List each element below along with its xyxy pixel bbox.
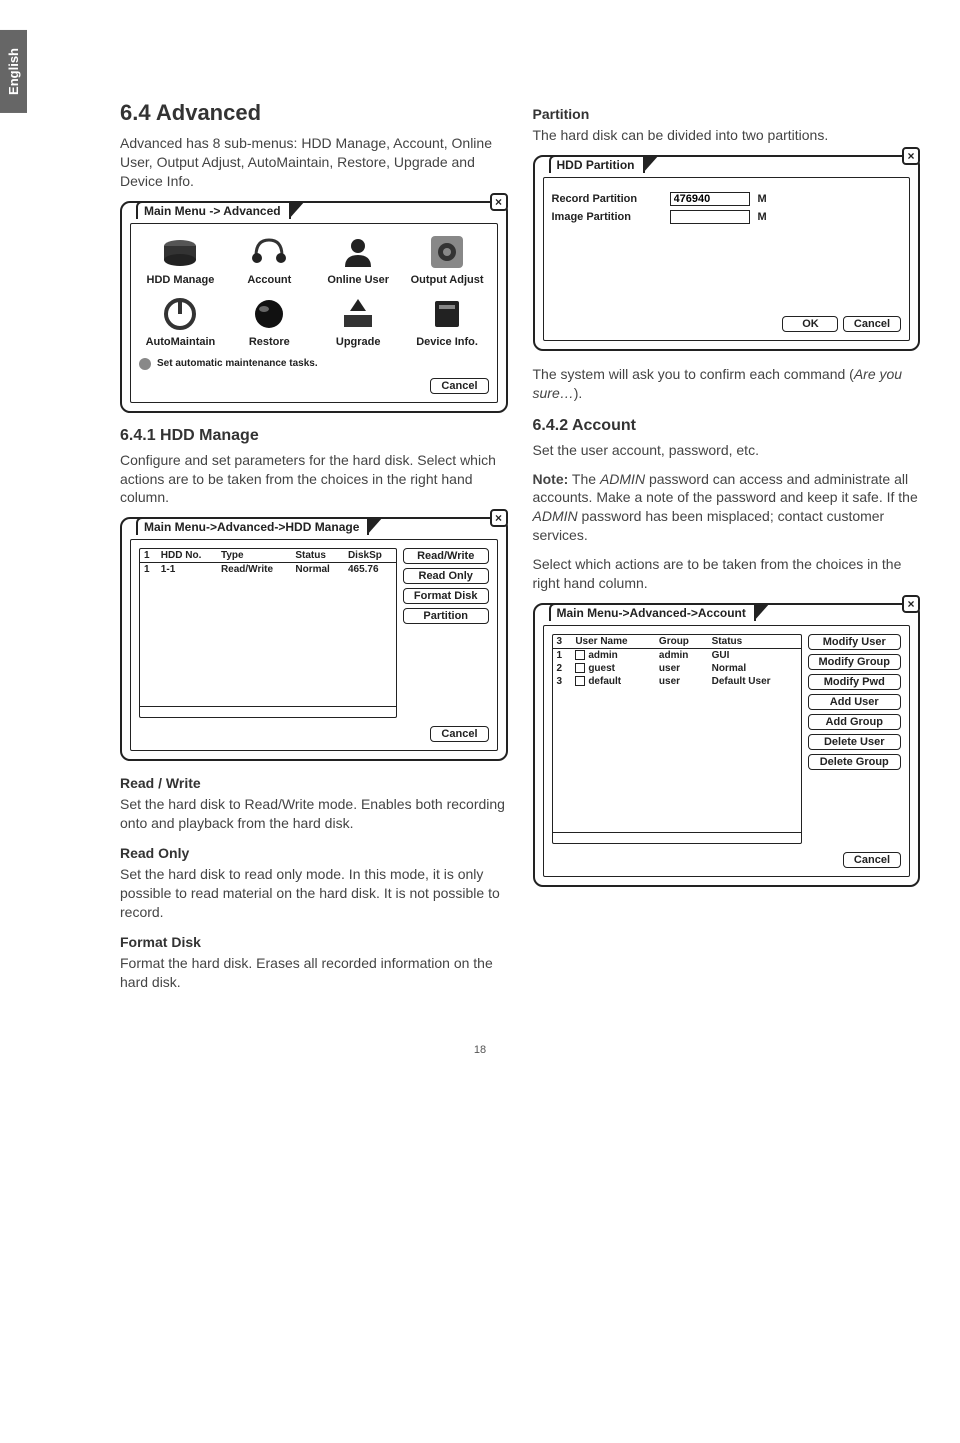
read-only-heading: Read Only: [120, 845, 508, 861]
confirm-text: The system will ask you to confirm each …: [533, 365, 921, 403]
menu-automaintain[interactable]: AutoMaintain: [139, 296, 222, 348]
cancel-button[interactable]: Cancel: [430, 726, 488, 742]
add-user-button[interactable]: Add User: [808, 694, 902, 710]
ok-button[interactable]: OK: [782, 316, 838, 332]
menu-label: Restore: [249, 336, 290, 348]
heading-hdd-manage: 6.4.1 HDD Manage: [120, 427, 508, 445]
modify-user-button[interactable]: Modify User: [808, 634, 902, 650]
menu-label: AutoMaintain: [146, 336, 216, 348]
account-table-panel[interactable]: 3 User Name Group Status 1 admin admin G…: [552, 634, 802, 844]
menu-account[interactable]: Account: [228, 234, 311, 286]
checkbox-icon[interactable]: [575, 650, 585, 660]
modify-group-button[interactable]: Modify Group: [808, 654, 902, 670]
checkbox-icon[interactable]: [575, 676, 585, 686]
unit-m: M: [758, 211, 767, 223]
user-icon: [337, 234, 379, 270]
menu-device-info[interactable]: Device Info.: [406, 296, 489, 348]
table-row[interactable]: 1 admin admin GUI: [553, 648, 801, 662]
modify-pwd-button[interactable]: Modify Pwd: [808, 674, 902, 690]
menu-label: Upgrade: [336, 336, 381, 348]
menu-upgrade[interactable]: Upgrade: [317, 296, 400, 348]
menu-label: Output Adjust: [411, 274, 484, 286]
read-only-text: Set the hard disk to read only mode. In …: [120, 865, 508, 922]
account-dialog: Main Menu->Advanced->Account × 3 User Na…: [533, 603, 921, 887]
menu-restore[interactable]: Restore: [228, 296, 311, 348]
close-icon[interactable]: ×: [490, 509, 508, 527]
format-disk-heading: Format Disk: [120, 934, 508, 950]
table-row[interactable]: 3 default user Default User: [553, 675, 801, 688]
language-tab: English: [0, 30, 27, 113]
dialog-title: Main Menu->Advanced->Account: [549, 603, 756, 621]
delete-user-button[interactable]: Delete User: [808, 734, 902, 750]
account-text2: Select which actions are to be taken fro…: [533, 555, 921, 593]
record-partition-label: Record Partition: [552, 193, 662, 205]
right-column: Partition The hard disk can be divided i…: [533, 100, 921, 1002]
advanced-intro: Advanced has 8 sub-menus: HDD Manage, Ac…: [120, 134, 508, 191]
sphere-icon: [248, 296, 290, 332]
status-text: Set automatic maintenance tasks.: [157, 358, 318, 369]
menu-label: Online User: [327, 274, 389, 286]
partition-button[interactable]: Partition: [403, 608, 489, 624]
advanced-dialog: Main Menu -> Advanced × HDD Manage Acco: [120, 201, 508, 413]
record-partition-input[interactable]: [670, 192, 750, 206]
menu-output-adjust[interactable]: Output Adjust: [406, 234, 489, 286]
account-note: Note: The ADMIN password can access and …: [533, 470, 921, 546]
cancel-button[interactable]: Cancel: [843, 852, 901, 868]
cancel-button[interactable]: Cancel: [843, 316, 901, 332]
hdd-table-panel[interactable]: 1 HDD No. Type Status DiskSp 1 1-1 Read/…: [139, 548, 397, 718]
menu-hdd-manage[interactable]: HDD Manage: [139, 234, 222, 286]
dialog-title: HDD Partition: [549, 155, 645, 173]
menu-label: Account: [247, 274, 291, 286]
checkbox-icon[interactable]: [575, 663, 585, 673]
dialog-title: Main Menu->Advanced->HDD Manage: [136, 517, 369, 535]
delete-group-button[interactable]: Delete Group: [808, 754, 902, 770]
dialog-title: Main Menu -> Advanced: [136, 201, 291, 219]
image-partition-input[interactable]: [670, 210, 750, 224]
read-write-heading: Read / Write: [120, 775, 508, 791]
menu-online-user[interactable]: Online User: [317, 234, 400, 286]
partition-heading: Partition: [533, 106, 921, 122]
menu-label: Device Info.: [416, 336, 478, 348]
table-row[interactable]: 2 guest user Normal: [553, 662, 801, 675]
table-header-row: 3 User Name Group Status: [553, 635, 801, 649]
partition-text: The hard disk can be divided into two pa…: [533, 126, 921, 145]
image-partition-label: Image Partition: [552, 211, 662, 223]
menu-label: HDD Manage: [147, 274, 215, 286]
table-header-row: 1 HDD No. Type Status DiskSp: [140, 549, 396, 563]
device-icon: [426, 296, 468, 332]
left-column: 6.4 Advanced Advanced has 8 sub-menus: H…: [120, 100, 508, 1002]
format-disk-text: Format the hard disk. Erases all recorde…: [120, 954, 508, 992]
unit-m: M: [758, 193, 767, 205]
close-icon[interactable]: ×: [490, 193, 508, 211]
heading-advanced: 6.4 Advanced: [120, 100, 508, 126]
heading-account: 6.4.2 Account: [533, 417, 921, 435]
hdd-icon: [159, 234, 201, 270]
page-number: 18: [0, 1032, 960, 1076]
read-write-button[interactable]: Read/Write: [403, 548, 489, 564]
read-only-button[interactable]: Read Only: [403, 568, 489, 584]
upgrade-icon: [337, 296, 379, 332]
add-group-button[interactable]: Add Group: [808, 714, 902, 730]
headset-icon: [248, 234, 290, 270]
table-row[interactable]: 1 1-1 Read/Write Normal 465.76: [140, 563, 396, 577]
hdd-partition-dialog: HDD Partition × Record Partition M Image…: [533, 155, 921, 351]
cancel-button[interactable]: Cancel: [430, 378, 488, 394]
close-icon[interactable]: ×: [902, 595, 920, 613]
account-text1: Set the user account, password, etc.: [533, 441, 921, 460]
power-icon: [159, 296, 201, 332]
format-disk-button[interactable]: Format Disk: [403, 588, 489, 604]
hdd-text: Configure and set parameters for the har…: [120, 451, 508, 508]
read-write-text: Set the hard disk to Read/Write mode. En…: [120, 795, 508, 833]
hdd-manage-dialog: Main Menu->Advanced->HDD Manage × 1 HDD …: [120, 517, 508, 761]
gear-icon: [426, 234, 468, 270]
close-icon[interactable]: ×: [902, 147, 920, 165]
info-icon: [139, 358, 151, 370]
